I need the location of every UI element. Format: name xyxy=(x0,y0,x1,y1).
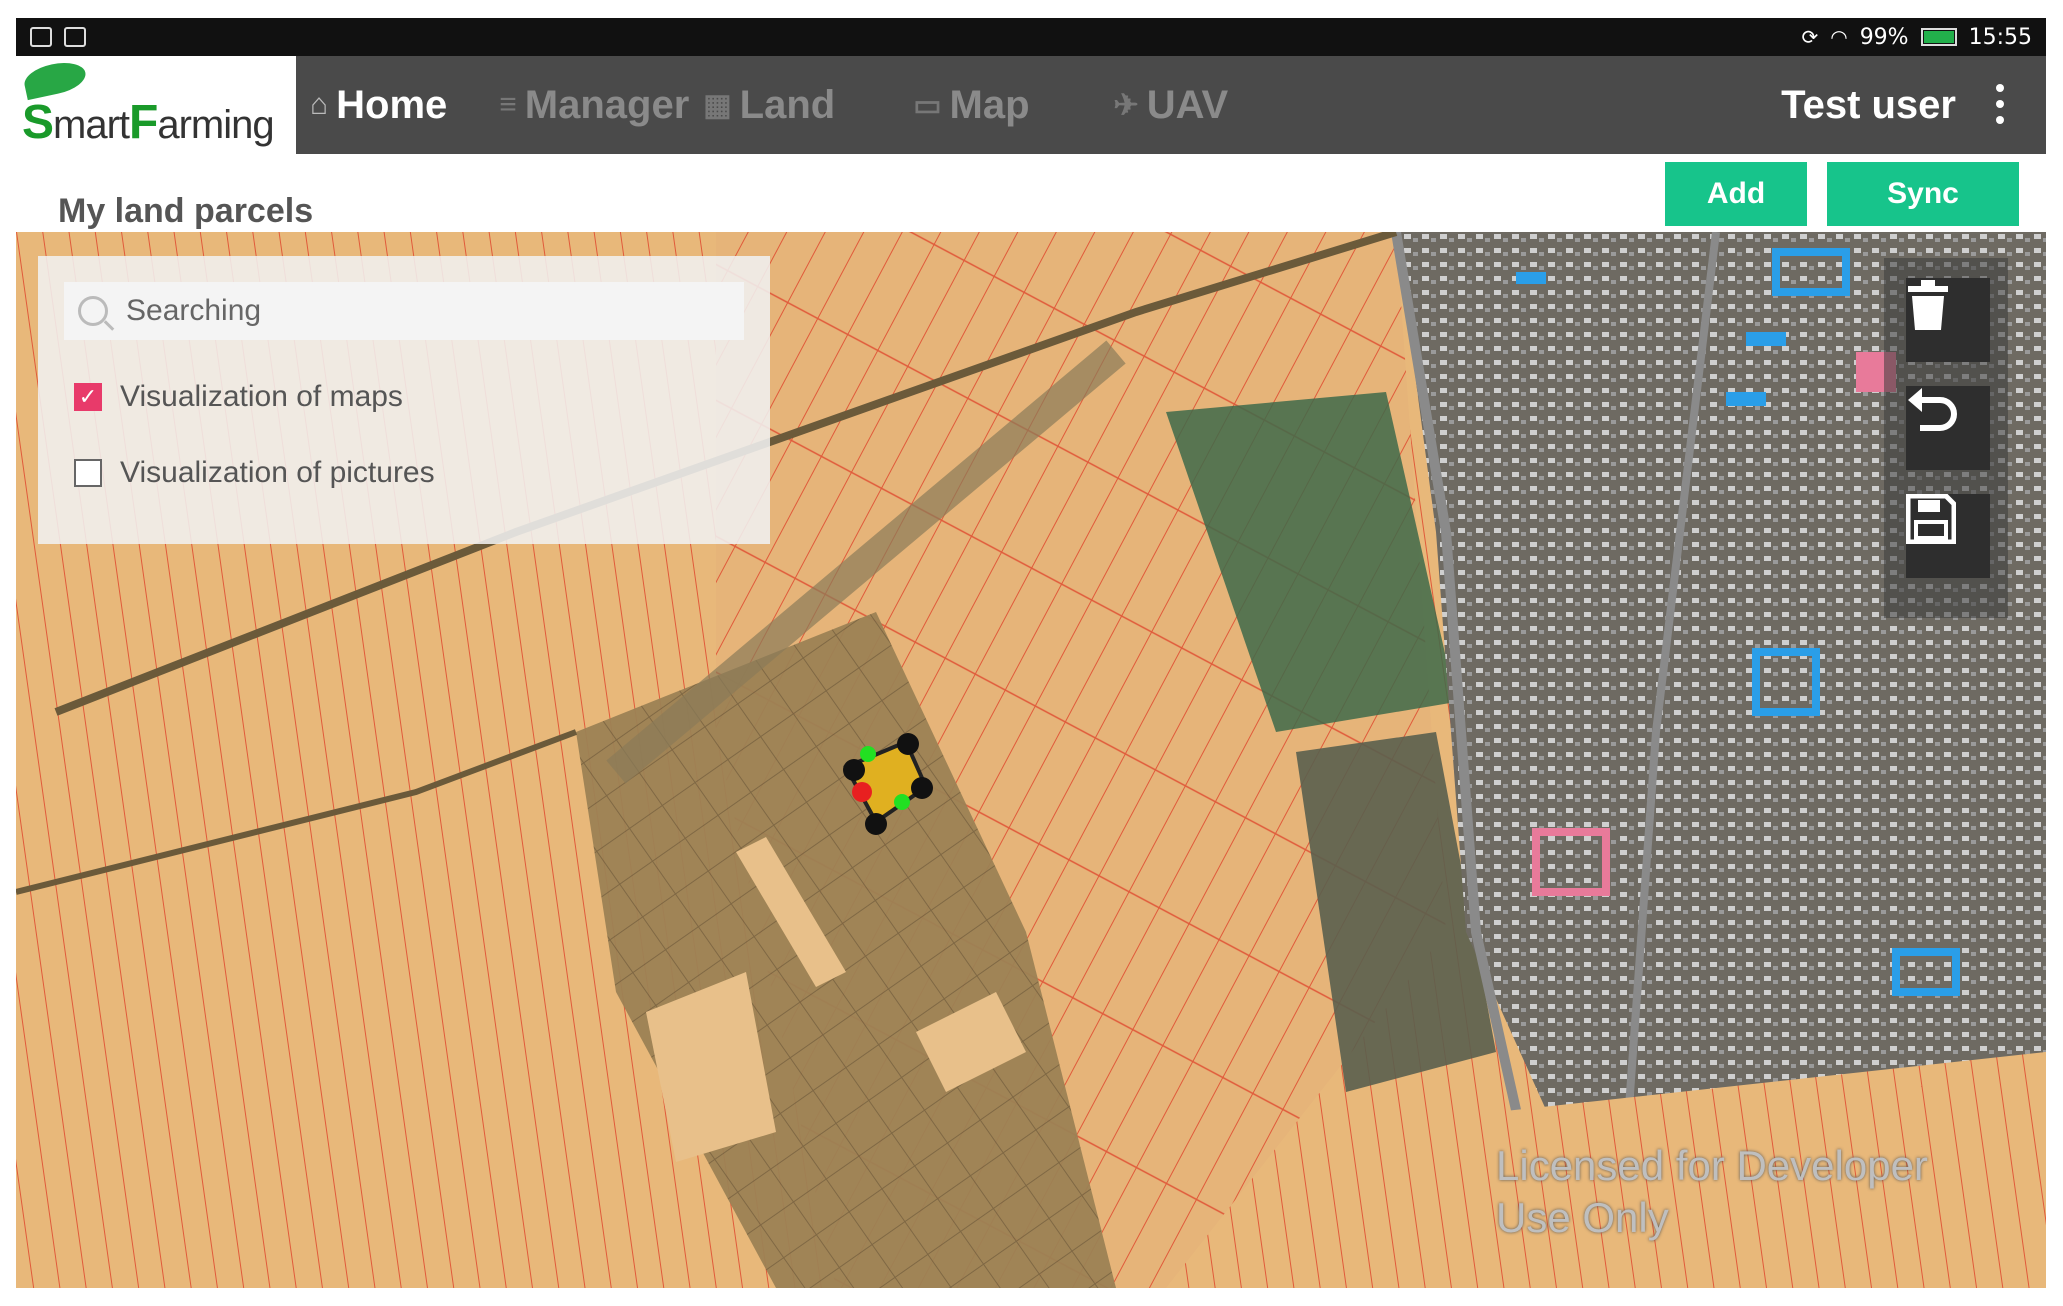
vertex-2[interactable] xyxy=(897,733,919,755)
trash-icon xyxy=(1908,280,1948,330)
nav-home[interactable]: ⌂ Home xyxy=(310,83,447,128)
search-icon xyxy=(78,296,108,326)
battery-fill xyxy=(1923,31,1954,43)
add-button[interactable]: Add xyxy=(1665,162,1807,226)
home-icon: ⌂ xyxy=(310,88,329,121)
status-bar: ⟳ ◠ 99% 15:55 xyxy=(16,18,2046,56)
car-icon xyxy=(30,27,52,47)
option-maps-label: Visualization of maps xyxy=(120,380,403,413)
blue-building-3 xyxy=(1726,392,1766,406)
delete-button[interactable] xyxy=(1906,278,1990,362)
sync-button[interactable]: Sync xyxy=(1827,162,2019,226)
app-logo[interactable]: SmartFarming xyxy=(16,56,296,154)
user-name[interactable]: Test user xyxy=(1781,56,1956,154)
nav-land[interactable]: ▦ Land xyxy=(703,83,835,128)
nav-uav[interactable]: ✈ UAV xyxy=(1114,83,1229,128)
undo-button[interactable] xyxy=(1906,386,1990,470)
blue-building-2 xyxy=(1746,332,1786,346)
blue-building-6 xyxy=(1516,272,1546,284)
app-window: ⟳ ◠ 99% 15:55 SmartFarming ⌂ Home ≡ Mana… xyxy=(16,18,2046,1288)
nav-manager[interactable]: ≡ Manager xyxy=(499,83,689,128)
rotation-icon: ⟳ xyxy=(1801,25,1819,49)
status-left xyxy=(30,27,86,47)
checkbox-pictures[interactable] xyxy=(74,459,102,487)
vertex-4[interactable] xyxy=(865,813,887,835)
option-pictures[interactable]: Visualization of pictures xyxy=(74,456,435,490)
edit-tools xyxy=(1884,258,2008,618)
midpoint-2[interactable] xyxy=(894,794,910,810)
checkbox-maps[interactable]: ✓ xyxy=(74,383,102,411)
option-maps[interactable]: ✓ Visualization of maps xyxy=(74,380,403,414)
vertex-1[interactable] xyxy=(843,759,865,781)
page-title: My land parcels xyxy=(58,192,314,230)
selected-vertex[interactable] xyxy=(852,782,872,802)
drone-icon: ✈ xyxy=(1113,88,1139,122)
nav-map[interactable]: ▭ Map xyxy=(913,83,1029,128)
battery-icon xyxy=(1920,28,1957,46)
search-input[interactable] xyxy=(126,294,686,328)
battery-percent: 99% xyxy=(1859,24,1909,50)
map-icon: ▭ xyxy=(913,88,942,122)
layer-panel: ✓ Visualization of maps Visualization of… xyxy=(38,256,770,544)
wifi-icon: ◠ xyxy=(1830,25,1848,49)
search-box[interactable] xyxy=(64,282,744,340)
clock: 15:55 xyxy=(1968,24,2032,50)
save-button[interactable] xyxy=(1906,494,1990,578)
nav-bar: SmartFarming ⌂ Home ≡ Manager ▦ Land ▭ M… xyxy=(16,56,2046,154)
list-icon: ≡ xyxy=(499,88,517,121)
logo-text: SmartFarming xyxy=(22,95,275,149)
status-right: ⟳ ◠ 99% 15:55 xyxy=(1801,25,2032,50)
midpoint-1[interactable] xyxy=(860,746,876,762)
save-icon xyxy=(1906,494,1956,544)
nav-items: ⌂ Home ≡ Manager ▦ Land ▭ Map ✈ UAV xyxy=(310,56,1280,154)
gallery-icon xyxy=(64,27,86,47)
grid-icon: ▦ xyxy=(703,88,732,122)
map-view[interactable]: ✓ Visualization of maps Visualization of… xyxy=(16,232,2046,1288)
option-pictures-label: Visualization of pictures xyxy=(120,456,435,489)
vertex-3[interactable] xyxy=(911,777,933,799)
watermark: Licensed for Developer Use Only xyxy=(1496,1142,1928,1241)
undo-icon xyxy=(1908,388,1957,431)
more-menu-icon[interactable] xyxy=(1996,84,2006,124)
